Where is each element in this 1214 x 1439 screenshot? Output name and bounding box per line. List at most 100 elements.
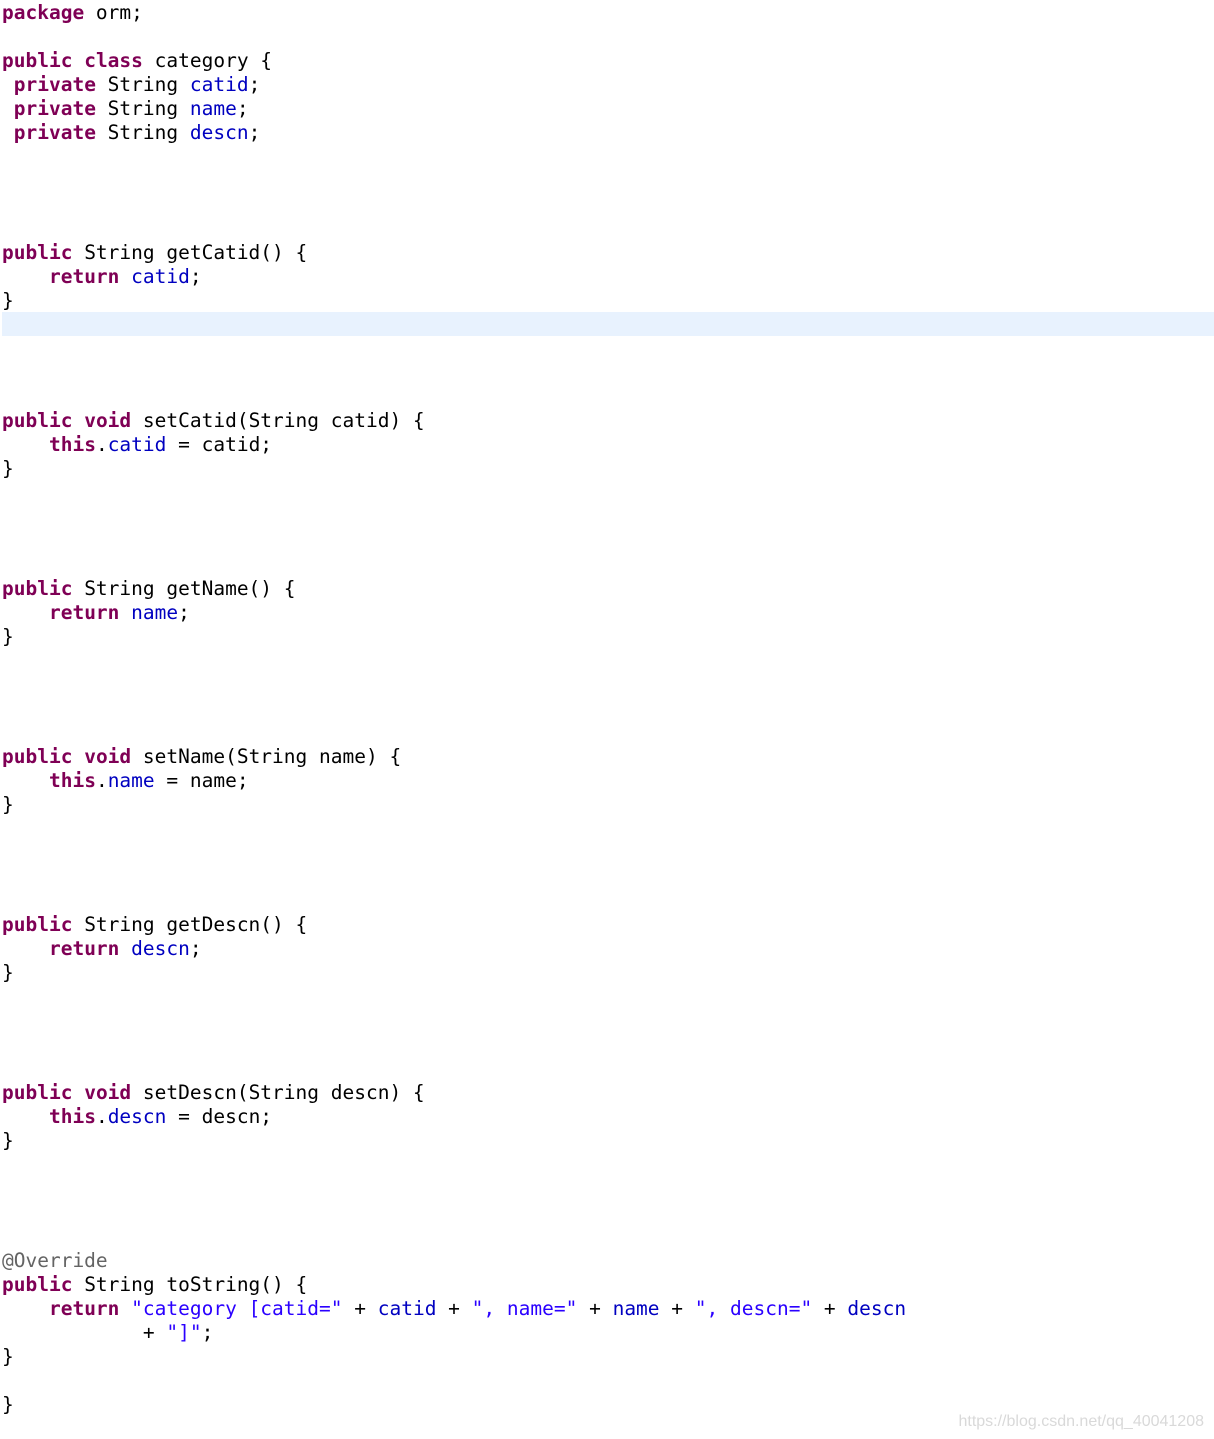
code-token: String	[95, 97, 190, 120]
code-token: public	[2, 745, 73, 768]
code-token: String	[95, 73, 190, 96]
code-line[interactable]: }	[2, 1393, 14, 1417]
code-token: String toString() {	[72, 1273, 308, 1296]
code-line[interactable]: }	[2, 1129, 14, 1153]
code-token: return	[48, 265, 120, 288]
code-token: class	[84, 49, 143, 72]
code-token: public	[2, 1273, 73, 1296]
code-token: void	[84, 1081, 132, 1104]
code-token: +	[659, 1297, 695, 1320]
code-line[interactable]: @Override	[2, 1249, 108, 1273]
code-line[interactable]: public void setName(String name) {	[2, 745, 401, 769]
code-token: .	[95, 1105, 108, 1128]
code-token: }	[2, 961, 14, 984]
code-line[interactable]: }	[2, 289, 14, 313]
code-token: private	[13, 121, 96, 144]
code-line[interactable]: this.descn = descn;	[2, 1105, 272, 1129]
current-line-highlight	[2, 312, 1214, 336]
code-line[interactable]: this.name = name;	[2, 769, 249, 793]
code-token: = catid;	[166, 433, 273, 456]
code-line[interactable]: public String getName() {	[2, 577, 296, 601]
code-token: ;	[189, 937, 202, 960]
code-token: this	[48, 1105, 96, 1128]
code-token: +	[577, 1297, 613, 1320]
code-token: }	[2, 625, 14, 648]
code-line[interactable]: public class category {	[2, 49, 272, 73]
code-token: package	[2, 1, 85, 24]
code-token: }	[2, 289, 14, 312]
code-line[interactable]: }	[2, 793, 14, 817]
code-token: return	[48, 937, 120, 960]
code-token: public	[2, 913, 73, 936]
code-line[interactable]: public void setCatid(String catid) {	[2, 409, 425, 433]
code-token: private	[13, 97, 96, 120]
code-line[interactable]: return catid;	[2, 265, 202, 289]
code-line[interactable]: public String getDescn() {	[2, 913, 307, 937]
code-token: ;	[178, 601, 190, 624]
code-token: name	[131, 601, 179, 624]
code-token: "category [catid="	[131, 1297, 343, 1320]
code-line[interactable]: public String toString() {	[2, 1273, 307, 1297]
code-token: }	[2, 1129, 14, 1152]
code-token: descn	[189, 121, 249, 144]
code-token: descn	[847, 1297, 907, 1320]
code-token: void	[84, 409, 132, 432]
code-token: public	[2, 1081, 73, 1104]
code-token: private	[13, 73, 96, 96]
code-line[interactable]: public String getCatid() {	[2, 241, 307, 265]
code-line[interactable]: this.catid = catid;	[2, 433, 272, 457]
code-token: ;	[189, 265, 202, 288]
code-token: category {	[142, 49, 273, 72]
code-editor[interactable]: package orm; public class category { priv…	[0, 0, 1214, 1439]
code-line[interactable]: return descn;	[2, 937, 202, 961]
code-line[interactable]: return "category [catid=" + catid + ", n…	[2, 1297, 906, 1321]
code-token: .	[95, 433, 108, 456]
code-token: ", name="	[471, 1297, 578, 1320]
code-token: public	[2, 577, 73, 600]
code-token: "]"	[166, 1321, 202, 1344]
code-token: catid	[107, 433, 167, 456]
code-line[interactable]: public void setDescn(String descn) {	[2, 1081, 425, 1105]
code-token: descn	[131, 937, 190, 960]
code-token: String getDescn() {	[72, 913, 308, 936]
code-token: this	[48, 433, 96, 456]
code-line[interactable]: private String catid;	[2, 73, 261, 97]
code-line[interactable]: return name;	[2, 601, 190, 625]
code-token: String	[95, 121, 190, 144]
code-line[interactable]: private String descn;	[2, 121, 261, 145]
code-token: +	[2, 1321, 167, 1344]
code-token: catid	[131, 265, 190, 288]
code-line[interactable]: private String name;	[2, 97, 249, 121]
code-token: ", descn="	[694, 1297, 813, 1320]
code-token: catid	[377, 1297, 437, 1320]
code-token: public	[2, 241, 73, 264]
code-line[interactable]: }	[2, 457, 14, 481]
code-token: setCatid(String catid) {	[131, 409, 425, 432]
code-token: return	[48, 601, 120, 624]
code-token: }	[2, 1345, 14, 1368]
code-token: }	[2, 1393, 14, 1416]
code-line[interactable]: package orm;	[2, 1, 143, 25]
code-token: name	[189, 97, 237, 120]
code-line[interactable]: + "]";	[2, 1321, 213, 1345]
watermark: https://blog.csdn.net/qq_40041208	[958, 1413, 1204, 1430]
code-line[interactable]: }	[2, 625, 14, 649]
code-token: public	[2, 49, 73, 72]
code-token: name	[107, 769, 155, 792]
code-token: descn	[107, 1105, 167, 1128]
code-line[interactable]: }	[2, 1345, 14, 1369]
code-token: orm;	[84, 1, 143, 24]
code-line[interactable]: }	[2, 961, 14, 985]
